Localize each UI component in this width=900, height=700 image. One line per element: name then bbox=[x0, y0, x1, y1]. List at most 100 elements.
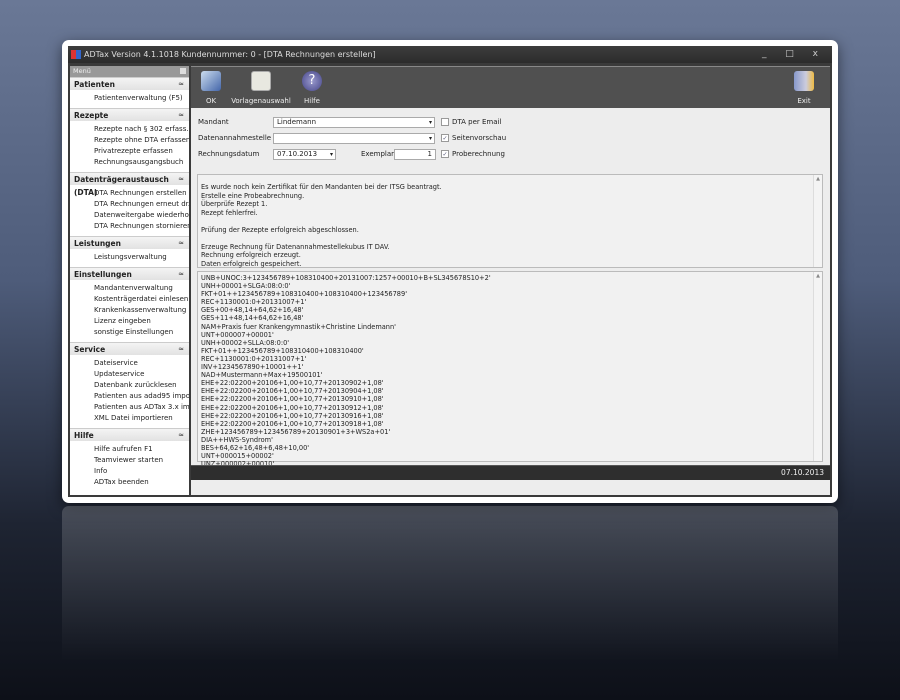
exemplare-input[interactable]: 1 bbox=[394, 149, 436, 160]
checkmark-icon: ✓ bbox=[441, 150, 449, 158]
sidebar-item[interactable]: Dateiservice bbox=[70, 358, 189, 369]
edi-text: UNB+UNOC:3+123456789+108310400+20131007:… bbox=[201, 274, 491, 468]
checkmark-icon: ✓ bbox=[441, 134, 449, 142]
sidebar-item[interactable]: Lizenz eingeben bbox=[70, 316, 189, 327]
status-date: 07.10.2013 bbox=[781, 468, 824, 477]
app-icon bbox=[71, 50, 81, 59]
sidebar-item[interactable]: DTA Rechnungen stornieren bbox=[70, 221, 189, 232]
hilfe-button[interactable]: ? Hilfe bbox=[299, 71, 325, 105]
sidebar-item[interactable]: Rezepte ohne DTA erfassen bbox=[70, 135, 189, 146]
hilfe-label: Hilfe bbox=[304, 97, 320, 105]
group-label: Rezepte bbox=[74, 111, 109, 120]
mandant-value: Lindemann bbox=[277, 118, 317, 126]
sidebar-menu: Menü Patienten ≈ Patientenverwaltung (F5) R… bbox=[70, 66, 189, 495]
sidebar-item[interactable]: Privatrezepte erfassen bbox=[70, 146, 189, 157]
dta-per-email-label: DTA per Email bbox=[452, 118, 502, 126]
sidebar-group-header[interactable]: Einstellungen ≈ bbox=[70, 267, 189, 280]
sidebar-item[interactable]: Patienten aus ADTax 3.x im... bbox=[70, 402, 189, 413]
log-text: Es wurde noch kein Zertifikat für den Ma… bbox=[201, 183, 442, 268]
datenannahmestelle-select[interactable]: ▾ bbox=[273, 133, 435, 144]
group-label: Leistungen bbox=[74, 239, 121, 248]
sidebar-item[interactable]: Krankenkassenverwaltung bbox=[70, 305, 189, 316]
rechnungsdatum-value: 07.10.2013 bbox=[277, 150, 318, 158]
dta-per-email-checkbox[interactable]: DTA per Email bbox=[441, 118, 501, 126]
collapse-chevron-icon[interactable]: ≈ bbox=[178, 268, 184, 281]
collapse-chevron-icon[interactable]: ≈ bbox=[178, 109, 184, 122]
exit-button[interactable]: Exit bbox=[791, 71, 817, 105]
window-title: ADTax Version 4.1.1018 Kundennummer: 0 -… bbox=[84, 50, 376, 59]
sidebar-item[interactable]: Patientenverwaltung (F5) bbox=[70, 93, 189, 104]
collapse-chevron-icon[interactable]: ≈ bbox=[178, 343, 184, 356]
scrollbar[interactable]: ▲ bbox=[813, 175, 822, 267]
sidebar-group-header[interactable]: Rezepte ≈ bbox=[70, 108, 189, 121]
sidebar-item[interactable]: Mandantenverwaltung bbox=[70, 283, 189, 294]
collapse-chevron-icon[interactable]: ≈ bbox=[178, 78, 184, 91]
sidebar-item[interactable]: ADTax beenden bbox=[70, 477, 189, 488]
sidebar-item[interactable]: Teamviewer starten bbox=[70, 455, 189, 466]
sidebar-item[interactable]: Leistungsverwaltung bbox=[70, 252, 189, 263]
sidebar-group-header[interactable]: Leistungen ≈ bbox=[70, 236, 189, 249]
dropdown-arrow-icon: ▾ bbox=[428, 135, 432, 142]
rechnungsdatum-picker[interactable]: 07.10.2013 ▾ bbox=[273, 149, 336, 160]
exemplare-label: Exemplare bbox=[361, 150, 399, 158]
vorlagenauswahl-button[interactable]: Vorlagenauswahl bbox=[231, 71, 291, 105]
proberechnung-label: Proberechnung bbox=[452, 150, 505, 158]
sidebar-item[interactable]: Hilfe aufrufen F1 bbox=[70, 444, 189, 455]
log-output[interactable]: Es wurde noch kein Zertifikat für den Ma… bbox=[197, 174, 823, 268]
seitenvorschau-label: Seitenvorschau bbox=[452, 134, 507, 142]
exemplare-value: 1 bbox=[427, 150, 432, 158]
pin-icon[interactable] bbox=[180, 68, 186, 74]
edi-output[interactable]: UNB+UNOC:3+123456789+108310400+20131007:… bbox=[197, 271, 823, 468]
group-label: Einstellungen bbox=[74, 270, 132, 279]
exit-door-icon bbox=[794, 71, 814, 91]
sidebar-item[interactable]: Updateservice bbox=[70, 369, 189, 380]
seitenvorschau-checkbox[interactable]: ✓ Seitenvorschau bbox=[441, 134, 506, 142]
sidebar-group-header[interactable]: Datenträgeraustausch (DTA) ≈ bbox=[70, 172, 189, 197]
collapse-chevron-icon[interactable]: ≈ bbox=[178, 173, 184, 186]
content-area: Mandant Lindemann ▾ Datenannahmestelle ▾ … bbox=[191, 108, 830, 468]
sidebar-item[interactable]: Datenweitergabe wiederholen bbox=[70, 210, 189, 221]
sidebar-item[interactable]: XML Datei importieren bbox=[70, 413, 189, 424]
toolbar: OK Vorlagenauswahl ? Hilfe Exit bbox=[191, 66, 830, 108]
vorlagen-label: Vorlagenauswahl bbox=[231, 97, 291, 105]
ok-button[interactable]: OK bbox=[199, 71, 223, 105]
status-bar: 07.10.2013 bbox=[191, 465, 830, 480]
group-label: Hilfe bbox=[74, 431, 94, 440]
sidebar-item[interactable]: Rezepte nach § 302 erfass... bbox=[70, 124, 189, 135]
sidebar-group-header[interactable]: Patienten ≈ bbox=[70, 77, 189, 90]
sidebar-group-header[interactable]: Hilfe ≈ bbox=[70, 428, 189, 441]
sidebar-item[interactable]: Rechnungsausgangsbuch bbox=[70, 157, 189, 168]
datenannahmestelle-label: Datenannahmestelle bbox=[198, 134, 272, 142]
template-icon bbox=[251, 71, 271, 91]
collapse-chevron-icon[interactable]: ≈ bbox=[178, 237, 184, 250]
sidebar-item[interactable]: sonstige Einstellungen bbox=[70, 327, 189, 338]
bottom-strip bbox=[191, 480, 830, 495]
group-label: Service bbox=[74, 345, 106, 354]
sidebar-group-header[interactable]: Service ≈ bbox=[70, 342, 189, 355]
mandant-label: Mandant bbox=[198, 118, 229, 126]
scrollbar[interactable]: ▲ bbox=[813, 272, 822, 461]
mandant-select[interactable]: Lindemann ▾ bbox=[273, 117, 435, 128]
window-reflection bbox=[62, 506, 838, 700]
ok-icon bbox=[201, 71, 221, 91]
ok-label: OK bbox=[205, 97, 217, 105]
sidebar-item[interactable]: DTA Rechnungen erneut dr... bbox=[70, 199, 189, 210]
sidebar-item[interactable]: Patienten aus adad95 impor... bbox=[70, 391, 189, 402]
sidebar-item[interactable]: Kostenträgerdatei einlesen bbox=[70, 294, 189, 305]
title-bar: ADTax Version 4.1.1018 Kundennummer: 0 -… bbox=[68, 46, 832, 63]
exit-label: Exit bbox=[797, 97, 811, 105]
window-controls[interactable]: _ □ x bbox=[762, 46, 826, 63]
collapse-chevron-icon[interactable]: ≈ bbox=[178, 429, 184, 442]
dropdown-arrow-icon: ▾ bbox=[329, 151, 333, 158]
menu-label: Menü bbox=[73, 67, 91, 75]
app-window: ADTax Version 4.1.1018 Kundennummer: 0 -… bbox=[68, 46, 832, 497]
proberechnung-checkbox[interactable]: ✓ Proberechnung bbox=[441, 150, 505, 158]
help-icon: ? bbox=[302, 71, 322, 91]
checkbox-box bbox=[441, 118, 449, 126]
menu-header: Menü bbox=[70, 66, 189, 77]
sidebar-item[interactable]: Info bbox=[70, 466, 189, 477]
sidebar-item[interactable]: Datenbank zurücklesen bbox=[70, 380, 189, 391]
rechnungsdatum-label: Rechnungsdatum bbox=[198, 150, 260, 158]
group-label: Patienten bbox=[74, 80, 115, 89]
dropdown-arrow-icon: ▾ bbox=[428, 119, 432, 126]
